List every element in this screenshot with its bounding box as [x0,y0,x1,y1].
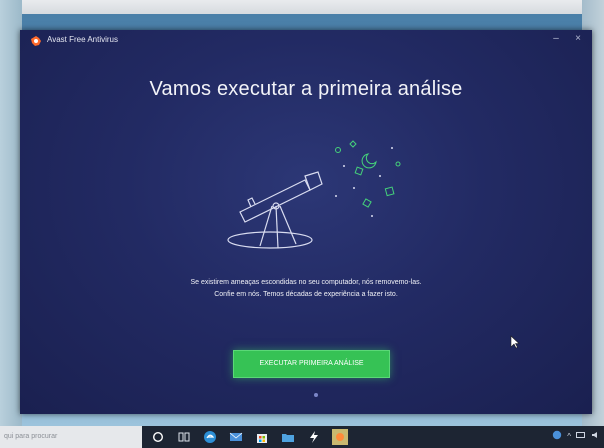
photo-frame-left [0,0,22,448]
avast-taskbar-icon[interactable] [332,429,348,445]
folder-icon[interactable] [280,429,296,445]
battery-icon[interactable] [576,431,586,441]
mail-icon[interactable] [228,429,244,445]
night-sky-icon [335,140,401,208]
edge-icon[interactable] [202,429,218,445]
minimize-button[interactable]: – [550,33,562,44]
window-controls: – × [550,33,584,44]
pagination-dot [314,393,318,397]
avast-window: Avast Free Antivirus – × Vamos executar … [20,30,592,414]
description-line-1: Se existirem ameaças escondidas no seu c… [190,279,422,286]
network-icon[interactable] [552,430,562,442]
run-first-scan-button[interactable]: EXECUTAR PRIMEIRA ANÁLISE [233,350,390,378]
winamp-icon[interactable] [306,429,322,445]
cortana-icon[interactable] [150,429,166,445]
telescope-icon [227,171,323,249]
telescope-illustration [227,140,401,249]
title-bar: Avast Free Antivirus – × [20,30,592,52]
taskbar-search-input[interactable]: qui para procurar [0,426,142,448]
close-button[interactable]: × [572,33,584,44]
page-heading: Vamos executar a primeira análise [149,78,463,100]
system-tray: ^ [552,430,600,442]
chevron-up-icon[interactable]: ^ [567,432,571,441]
volume-icon[interactable] [591,431,600,441]
task-view-icon[interactable] [176,429,192,445]
store-icon[interactable] [254,429,270,445]
taskbar: qui para procurar ^ [0,426,604,448]
taskbar-app-icons [150,429,348,445]
description-text: Se existirem ameaças escondidas no seu c… [20,277,592,301]
avast-logo-icon [31,36,41,46]
mouse-pointer-icon [510,335,520,349]
description-line-2: Confie em nós. Temos décadas de experiên… [214,291,398,298]
stars-icon [335,147,393,217]
window-title: Avast Free Antivirus [47,35,118,44]
